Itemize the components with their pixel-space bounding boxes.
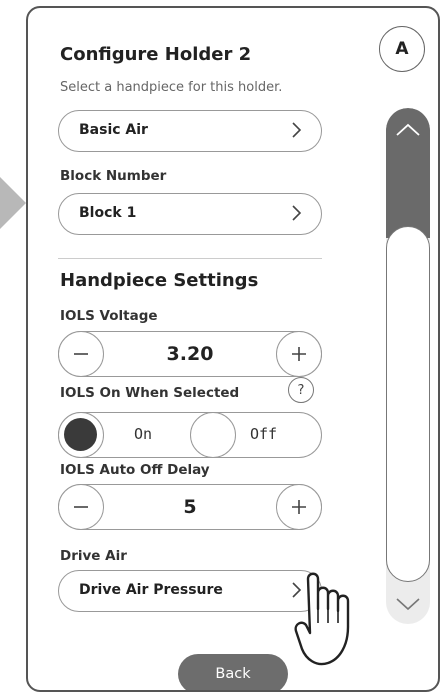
drive-air-label: Drive Air — [60, 548, 127, 564]
page-title: Configure Holder 2 — [60, 44, 252, 65]
page-subtitle: Select a handpiece for this holder. — [60, 80, 283, 95]
iols-auto-off-delay-label: IOLS Auto Off Delay — [60, 462, 210, 478]
iols-voltage-stepper: 3.20 — [58, 331, 322, 377]
iols-auto-off-delay-increment-button[interactable] — [276, 484, 322, 530]
iols-voltage-increment-button[interactable] — [276, 331, 322, 377]
drive-air-select[interactable]: Drive Air Pressure — [58, 570, 322, 612]
plus-icon — [292, 500, 306, 514]
block-number-label: Block Number — [60, 168, 167, 184]
drive-air-value: Drive Air Pressure — [79, 582, 223, 598]
iols-voltage-label: IOLS Voltage — [60, 308, 158, 324]
chevron-up-icon — [396, 123, 420, 136]
iols-off-option-label: Off — [250, 425, 278, 443]
iols-on-when-selected-toggle: On Off — [58, 412, 322, 458]
chevron-down-icon — [396, 598, 420, 611]
iols-on-option-label: On — [134, 425, 153, 443]
iols-off-option[interactable]: Off — [190, 412, 322, 458]
radio-selected-icon — [58, 412, 104, 458]
scroll-thumb[interactable] — [386, 226, 430, 582]
configure-holder-panel: A Configure Holder 2 Select a handpiece … — [26, 6, 440, 692]
help-icon[interactable]: ? — [288, 377, 314, 403]
avatar[interactable]: A — [379, 26, 425, 72]
section-divider — [58, 258, 322, 259]
plus-icon — [292, 347, 306, 361]
block-number-select[interactable]: Block 1 — [58, 193, 322, 235]
scrollbar[interactable] — [386, 108, 430, 624]
iols-on-when-selected-label: IOLS On When Selected — [60, 385, 240, 401]
radio-unselected-icon — [190, 412, 236, 458]
handpiece-select[interactable]: Basic Air — [58, 110, 322, 152]
chevron-right-icon — [291, 202, 303, 229]
page-arrow-icon — [0, 177, 26, 229]
handpiece-settings-heading: Handpiece Settings — [60, 270, 259, 291]
avatar-letter: A — [395, 39, 409, 59]
hand-pointer-icon — [294, 572, 350, 666]
back-button[interactable]: Back — [178, 654, 288, 690]
block-number-value: Block 1 — [79, 205, 137, 221]
iols-on-option[interactable]: On — [58, 412, 188, 458]
scroll-down-button[interactable] — [386, 584, 430, 624]
scroll-up-button[interactable] — [386, 108, 430, 172]
chevron-right-icon — [291, 119, 303, 146]
handpiece-select-value: Basic Air — [79, 122, 148, 138]
iols-auto-off-delay-stepper: 5 — [58, 484, 322, 530]
